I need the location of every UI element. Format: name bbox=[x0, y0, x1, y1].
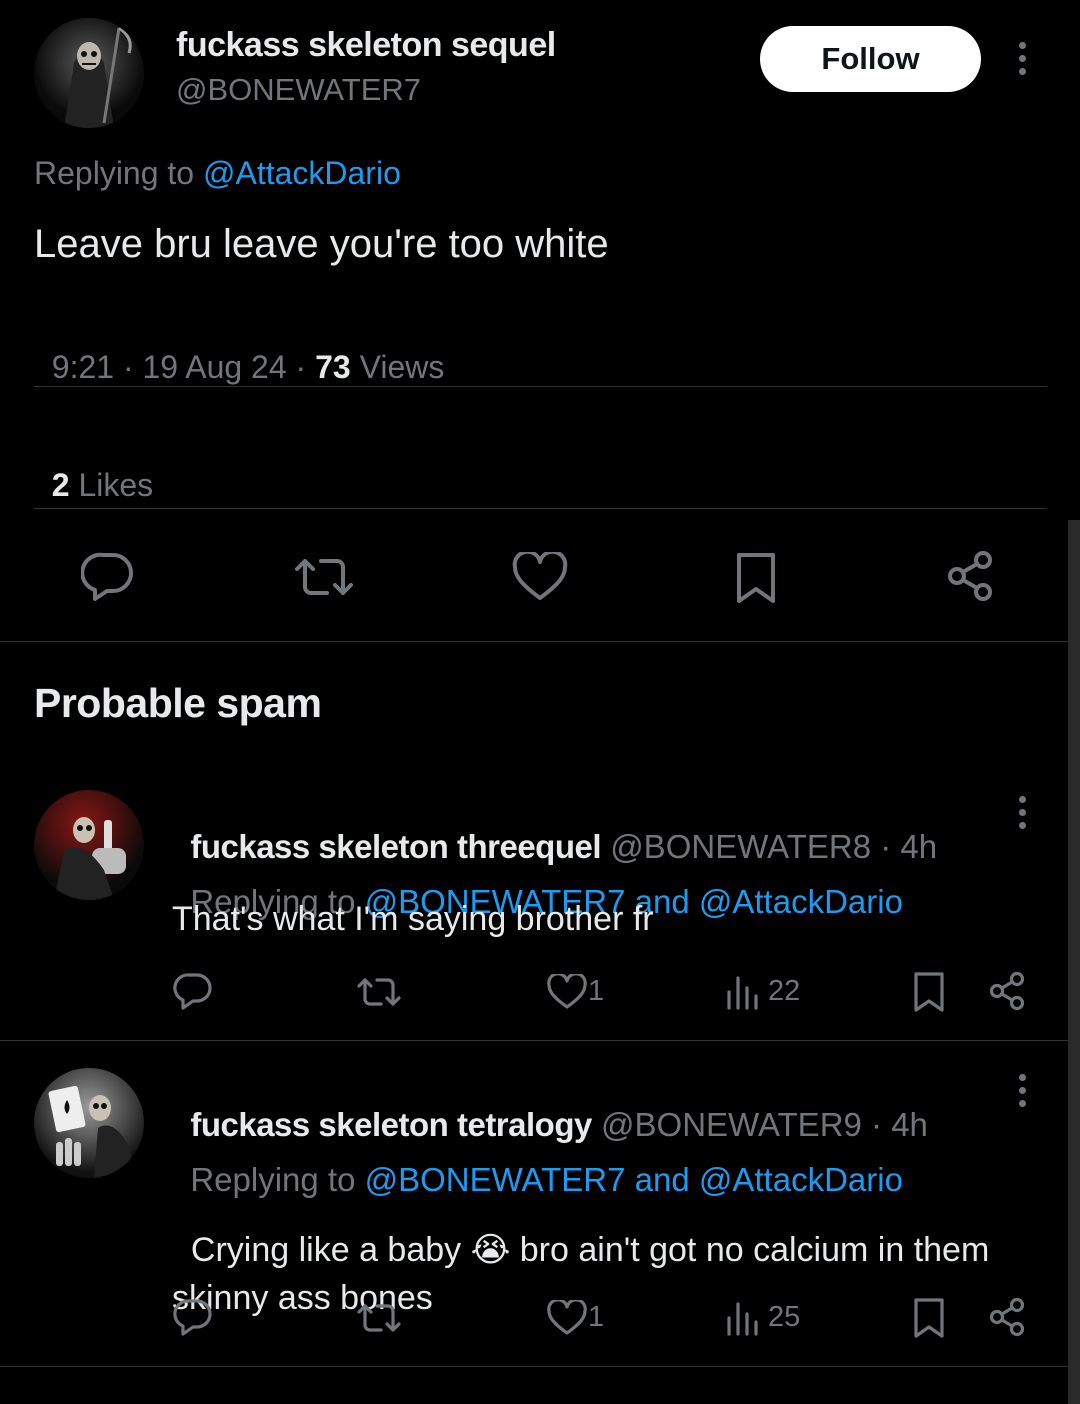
like-icon[interactable] bbox=[546, 972, 588, 1012]
divider bbox=[34, 508, 1047, 509]
like-icon[interactable] bbox=[546, 1298, 588, 1338]
more-icon[interactable] bbox=[1019, 1074, 1026, 1107]
reply-2-text-part1: Crying like a baby bbox=[190, 1231, 471, 1269]
likes-summary[interactable]: 2 Likes bbox=[34, 430, 153, 504]
share-icon[interactable] bbox=[986, 970, 1028, 1012]
retweet-icon[interactable] bbox=[356, 972, 402, 1012]
reply-1-time[interactable]: 4h bbox=[900, 828, 937, 865]
meta-separator: · bbox=[286, 349, 316, 385]
divider bbox=[0, 641, 1080, 642]
bookmark-icon[interactable] bbox=[730, 550, 782, 606]
likes-count: 2 bbox=[51, 467, 70, 503]
reply-2-views-count: 25 bbox=[768, 1301, 801, 1333]
like-icon[interactable] bbox=[510, 550, 570, 604]
section-title: Probable spam bbox=[34, 680, 322, 726]
reply-icon[interactable] bbox=[78, 548, 138, 604]
views-icon[interactable] bbox=[724, 972, 762, 1012]
reply-2-text-part2: bro ain't got no calcium in them bbox=[510, 1231, 990, 1269]
follow-button[interactable]: Follow bbox=[760, 26, 981, 92]
reply-2-like-count: 1 bbox=[588, 1301, 605, 1333]
avatar-reply-2[interactable] bbox=[34, 1068, 144, 1178]
tweet-date[interactable]: 19 Aug 24 bbox=[143, 349, 287, 385]
likes-label: Likes bbox=[69, 467, 154, 503]
meta-separator: · bbox=[114, 349, 143, 385]
tweet-time[interactable]: 9:21 bbox=[52, 349, 114, 385]
views-icon[interactable] bbox=[724, 1298, 762, 1338]
share-icon[interactable] bbox=[986, 1296, 1028, 1338]
more-icon[interactable] bbox=[1019, 42, 1026, 75]
views-count: 73 bbox=[315, 349, 351, 385]
views-label: Views bbox=[350, 349, 445, 385]
divider bbox=[0, 1366, 1068, 1367]
reply-1-text: That's what I'm saying brother fr bbox=[172, 900, 654, 938]
replying-to-line: Replying to @AttackDario bbox=[34, 155, 401, 192]
tweet-meta: 9:21 · 19 Aug 24 · 73 Views bbox=[34, 312, 445, 386]
share-icon[interactable] bbox=[942, 548, 998, 604]
bookmark-icon[interactable] bbox=[910, 1296, 948, 1340]
reply-1-like-count: 1 bbox=[588, 975, 605, 1007]
avatar-reply-1[interactable] bbox=[34, 790, 144, 900]
divider bbox=[0, 1040, 1068, 1041]
bookmark-icon[interactable] bbox=[910, 970, 948, 1014]
reply-icon[interactable] bbox=[172, 970, 214, 1012]
avatar-main[interactable] bbox=[34, 18, 144, 128]
author-handle[interactable]: @BONEWATER7 bbox=[176, 72, 421, 108]
tweet-text: Leave bru leave you're too white bbox=[34, 222, 609, 266]
divider bbox=[34, 386, 1047, 387]
crying-emoji-icon: 😭 bbox=[470, 1231, 511, 1269]
more-icon[interactable] bbox=[1019, 796, 1026, 829]
replying-to-prefix: Replying to bbox=[34, 155, 203, 191]
scrollbar[interactable] bbox=[1068, 520, 1080, 1404]
reply-icon[interactable] bbox=[172, 1296, 214, 1338]
retweet-icon[interactable] bbox=[356, 1298, 402, 1338]
replying-to-link[interactable]: @AttackDario bbox=[203, 155, 401, 191]
reply-1-views-count: 22 bbox=[768, 975, 801, 1007]
retweet-icon[interactable] bbox=[292, 550, 356, 604]
author-display-name[interactable]: fuckass skeleton sequel bbox=[176, 26, 556, 65]
